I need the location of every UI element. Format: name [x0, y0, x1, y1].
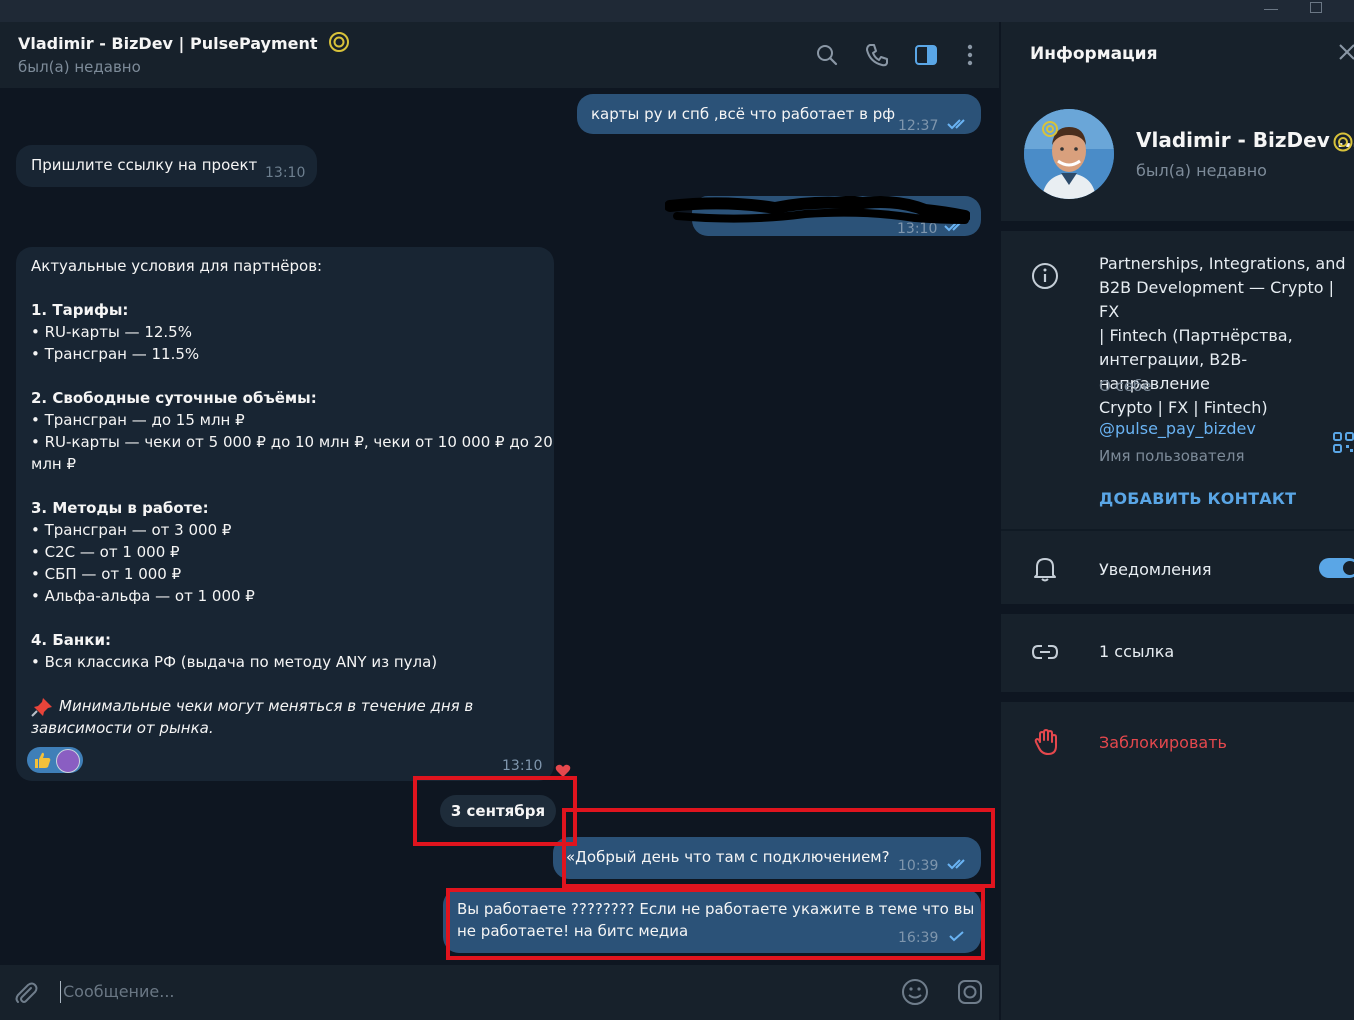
profile-status: был(а) недавно	[1136, 161, 1267, 180]
about-line: B2B Development — Crypto | FX	[1099, 278, 1335, 321]
highlight-box	[446, 888, 985, 960]
minimize-icon[interactable]	[1264, 9, 1278, 10]
chat-title[interactable]: Vladimir - BizDev | PulsePayment	[18, 32, 350, 53]
message-line: • RU-карты — чеки от 5 000 ₽ до 10 млн ₽…	[31, 433, 553, 451]
attach-icon[interactable]	[12, 979, 40, 1007]
avatar-photo	[1024, 109, 1114, 199]
double-check-icon	[947, 119, 965, 130]
message-line: • Вся классика РФ (выдача по методу ANY …	[31, 653, 438, 671]
verified-badge-icon	[329, 32, 350, 52]
message-outgoing[interactable]: карты ру и спб ,всё что работает в рф 12…	[577, 94, 981, 134]
highlight-box	[562, 808, 995, 888]
maximize-icon[interactable]	[1310, 2, 1322, 13]
chat-status: был(а) недавно	[18, 58, 141, 76]
message-line: 3. Методы в работе:	[31, 499, 209, 517]
message-time: 13:10	[502, 758, 543, 774]
message-text: Пришлите ссылку на проект	[31, 156, 258, 174]
chat-messages[interactable]: карты ру и спб ,всё что работает в рф 12…	[0, 88, 999, 965]
highlight-box	[413, 776, 577, 846]
section-divider	[1001, 529, 1354, 531]
info-icon	[1032, 263, 1058, 289]
avatar[interactable]	[1024, 109, 1114, 199]
message-time: 12:37	[898, 118, 939, 134]
toggle-knob	[1341, 559, 1354, 577]
link-icon	[1031, 645, 1059, 659]
camera-icon[interactable]	[956, 978, 984, 1006]
thumbs-up-icon[interactable]	[32, 750, 52, 770]
message-line: Актуальные условия для партнёров:	[31, 257, 323, 275]
profile-name: Vladimir - BizDev ...	[1136, 128, 1354, 152]
section-divider	[1001, 221, 1354, 231]
message-line: • Трансгран — 11.5%	[31, 345, 200, 363]
message-line: • RU-карты — 12.5%	[31, 323, 192, 341]
block-user-button[interactable]: Заблокировать	[1099, 733, 1227, 752]
section-divider	[1001, 692, 1354, 702]
phone-icon[interactable]	[864, 42, 890, 68]
reaction-avatar	[56, 749, 80, 773]
message-line: Минимальные чеки могут меняться в течени…	[59, 697, 474, 715]
about-line: Crypto | FX | Fintech)	[1099, 398, 1268, 417]
info-panel-title: Информация	[1030, 44, 1158, 64]
message-line: • Трансгран — от 3 000 ₽	[31, 521, 232, 539]
window-titlebar	[0, 0, 1354, 22]
emoji-icon[interactable]	[901, 978, 929, 1006]
about-line: | Fintech (Партнёрства,	[1099, 326, 1293, 345]
message-line: • СБП — от 1 000 ₽	[31, 565, 182, 583]
pushpin-icon	[31, 698, 52, 717]
chat-title-text: Vladimir - BizDev | PulsePayment	[18, 34, 318, 53]
message-incoming[interactable]: Пришлите ссылку на проект 13:10	[16, 145, 317, 187]
about-line: Partnerships, Integrations, and	[1099, 254, 1346, 273]
message-line: 2. Свободные суточные объёмы:	[31, 389, 317, 407]
message-line: • Трансгран — до 15 млн ₽	[31, 411, 245, 429]
message-incoming-long[interactable]: Актуальные условия для партнёров: 1. Тар…	[16, 247, 554, 781]
message-line: млн ₽	[31, 455, 77, 473]
notifications-label: Уведомления	[1099, 560, 1212, 579]
qr-code-icon[interactable]	[1333, 432, 1354, 453]
more-options-icon[interactable]	[957, 42, 983, 68]
message-line: • C2C — от 1 000 ₽	[31, 543, 180, 561]
message-time: 13:10	[265, 165, 306, 181]
message-input[interactable]: Сообщение...	[60, 981, 175, 1003]
message-line: • Альфа-альфа — от 1 000 ₽	[31, 587, 255, 605]
add-contact-button[interactable]: ДОБАВИТЬ КОНТАКТ	[1099, 489, 1296, 508]
redaction-scribble	[665, 196, 970, 224]
about-label: О себе	[1099, 377, 1152, 395]
shared-links-item[interactable]: 1 ссылка	[1099, 642, 1174, 661]
reaction-bar[interactable]	[27, 747, 83, 773]
search-icon[interactable]	[814, 42, 840, 68]
close-icon[interactable]	[1339, 44, 1354, 60]
notifications-toggle[interactable]	[1319, 558, 1354, 578]
message-text: карты ру и спб ,всё что работает в рф	[591, 105, 896, 123]
chat-header: Vladimir - BizDev | PulsePayment был(а) …	[0, 22, 999, 88]
bell-icon	[1034, 558, 1056, 582]
sidebar-toggle-icon[interactable]	[913, 42, 939, 68]
username-link[interactable]: @pulse_pay_bizdev	[1099, 419, 1256, 438]
section-divider	[1001, 604, 1354, 614]
message-line: 4. Банки:	[31, 631, 111, 649]
verified-badge-icon	[1333, 132, 1353, 152]
message-line: зависимости от рынка.	[31, 719, 214, 737]
username-label: Имя пользователя	[1099, 447, 1245, 465]
info-panel: Информация Vladimir - BizDev ... был(а) …	[1001, 22, 1354, 1020]
block-hand-icon	[1034, 729, 1057, 755]
message-line: 1. Тарифы:	[31, 301, 129, 319]
message-composer: Сообщение...	[0, 965, 999, 1020]
